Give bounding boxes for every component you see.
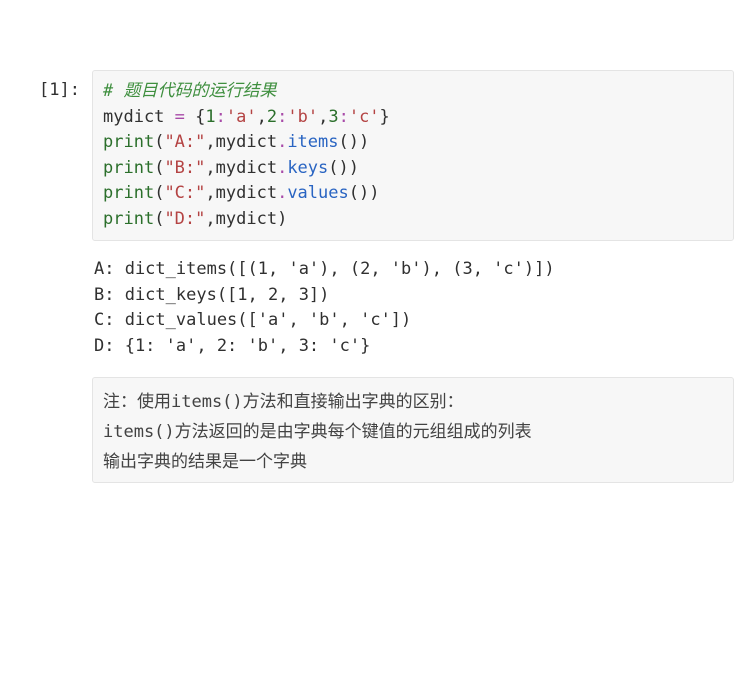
note-line2-a: items() [103,422,175,442]
brace-open: { [195,107,205,127]
str-a: "A:" [164,132,205,152]
code-input[interactable]: # 题目代码的运行结果 mydict = {1:'a',2:'b',3:'c'}… [92,70,734,241]
note-line3: 输出字典的结果是一个字典 [103,447,307,472]
val-3: 'c' [349,107,380,127]
open-paren-c: ( [154,183,164,203]
key-3: 3 [328,107,338,127]
stdout: A: dict_items([(1, 'a'), (2, 'b'), (3, '… [92,247,734,371]
notebook: [1]: # 题目代码的运行结果 mydict = {1:'a',2:'b',3… [0,0,754,509]
output-prompt [20,247,92,255]
comma-b: , [205,158,215,178]
markdown-cell: 注：使用items()方法和直接输出字典的区别：items()方法返回的是由字典… [20,377,734,483]
id-d: mydict [216,209,277,229]
colon-2: : [277,107,287,127]
sep-2: , [318,107,328,127]
comma-c: , [205,183,215,203]
method-values: values [287,183,348,203]
key-2: 2 [267,107,277,127]
call-c: () [349,183,369,203]
note-line2-b: 方法返回的是由字典每个键值的元组组成的列表 [175,417,532,442]
markdown-prompt [20,377,92,385]
val-2: 'b' [287,107,318,127]
id-a: mydict [216,132,277,152]
output-body: A: dict_items([(1, 'a'), (2, 'b'), (3, '… [92,247,734,371]
note-line1-b: items() [171,392,243,412]
note-line1-a: 注：使用 [103,387,171,412]
close-paren-b: ) [349,158,359,178]
key-1: 1 [205,107,215,127]
comment-line: # 题目代码的运行结果 [103,81,276,101]
close-paren-c: ) [369,183,379,203]
print-b: print [103,158,154,178]
str-d: "D:" [164,209,205,229]
print-d: print [103,209,154,229]
colon-3: : [339,107,349,127]
open-paren-d: ( [154,209,164,229]
close-paren-d: ) [277,209,287,229]
comma-d: , [205,209,215,229]
method-items: items [287,132,338,152]
dot-c: . [277,183,287,203]
id-b: mydict [216,158,277,178]
id-c: mydict [216,183,277,203]
brace-close: } [380,107,390,127]
input-prompt: [1]: [20,70,92,104]
out-line-2: B: dict_keys([1, 2, 3]) [94,285,329,305]
var-name: mydict [103,107,164,127]
cell-body: # 题目代码的运行结果 mydict = {1:'a',2:'b',3:'c'}… [92,70,734,241]
close-paren-a: ) [359,132,369,152]
colon-1: : [216,107,226,127]
sep-1: , [257,107,267,127]
output-cell: A: dict_items([(1, 'a'), (2, 'b'), (3, '… [20,247,734,371]
out-line-3: C: dict_values(['a', 'b', 'c']) [94,310,411,330]
open-paren-b: ( [154,158,164,178]
dot-b: . [277,158,287,178]
call-a: () [339,132,359,152]
str-b: "B:" [164,158,205,178]
out-line-1: A: dict_items([(1, 'a'), (2, 'b'), (3, '… [94,259,555,279]
note-line1-c: 方法和直接输出字典的区别： [243,387,464,412]
print-a: print [103,132,154,152]
out-line-4: D: {1: 'a', 2: 'b', 3: 'c'} [94,336,370,356]
note-box[interactable]: 注：使用items()方法和直接输出字典的区别：items()方法返回的是由字典… [92,377,734,483]
eq-op: = [164,107,195,127]
code-cell: [1]: # 题目代码的运行结果 mydict = {1:'a',2:'b',3… [20,70,734,241]
markdown-body: 注：使用items()方法和直接输出字典的区别：items()方法返回的是由字典… [92,377,734,483]
dot-a: . [277,132,287,152]
comma-a: , [205,132,215,152]
val-1: 'a' [226,107,257,127]
open-paren-a: ( [154,132,164,152]
str-c: "C:" [164,183,205,203]
call-b: () [328,158,348,178]
method-keys: keys [287,158,328,178]
print-c: print [103,183,154,203]
